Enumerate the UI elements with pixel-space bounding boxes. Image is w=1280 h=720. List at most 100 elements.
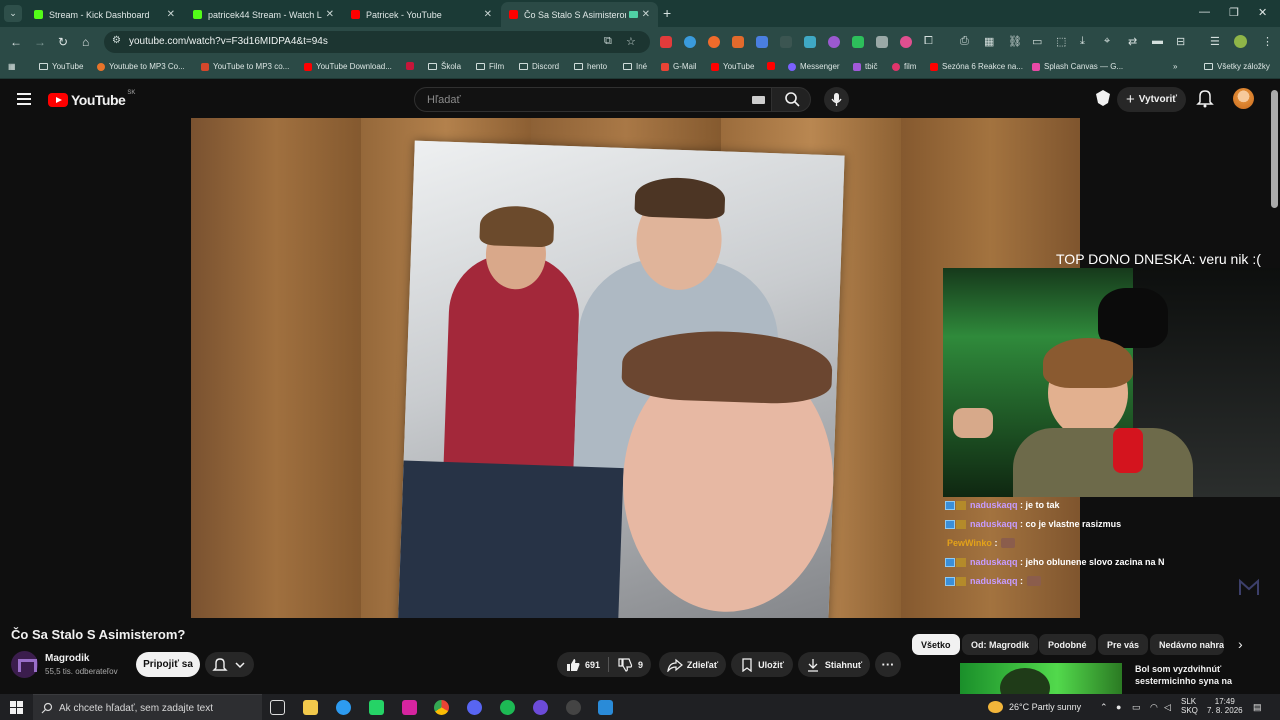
notification-settings-button[interactable] xyxy=(205,652,254,677)
join-button[interactable]: Pripojiť sa xyxy=(136,652,200,677)
voice-search-button[interactable] xyxy=(824,87,849,112)
bookmark-star-icon[interactable]: ☆ xyxy=(626,35,636,48)
extension-icon[interactable] xyxy=(876,36,888,48)
bookmark-youtube-download[interactable]: YouTube Download... xyxy=(304,62,392,71)
extensions-puzzle-icon[interactable]: ⧠ xyxy=(924,35,933,48)
taskbar-search[interactable]: Ak chcete hľadať, sem zadajte text xyxy=(33,694,262,720)
apps-grid-icon[interactable]: ▦ xyxy=(8,62,16,71)
install-app-icon[interactable]: ⧉ xyxy=(604,35,612,48)
address-bar[interactable]: ⚙ youtube.com/watch?v=F3d16MIDPA4&t=94s … xyxy=(104,31,650,53)
link-icon[interactable]: ⛓ xyxy=(1008,35,1022,48)
weather-text[interactable]: 26°C Partly sunny xyxy=(1009,702,1081,712)
bookmark-film-folder[interactable]: Film xyxy=(476,62,504,71)
channel-avatar[interactable] xyxy=(11,651,38,678)
reload-icon[interactable]: ↻ xyxy=(58,35,68,49)
account-avatar[interactable] xyxy=(1233,88,1254,109)
download-button[interactable]: Stiahnuť xyxy=(798,652,870,677)
extension-icon[interactable] xyxy=(780,36,792,48)
bookmark-film[interactable]: film xyxy=(892,62,916,71)
window-close-icon[interactable]: ✕ xyxy=(1258,6,1267,19)
bookmark-youtube[interactable]: YouTube xyxy=(711,62,754,71)
back-icon[interactable]: ← xyxy=(10,35,22,49)
bookmark-youtube-folder[interactable]: YouTube xyxy=(39,62,83,71)
forward-icon[interactable]: → xyxy=(34,35,46,49)
chip-related[interactable]: Podobné xyxy=(1039,634,1096,655)
cast-icon[interactable]: ▭ xyxy=(1032,35,1042,48)
tab-search-chevron-icon[interactable]: ⌄ xyxy=(4,5,22,22)
bookmark-discord-folder[interactable]: Discord xyxy=(519,62,559,71)
home-icon[interactable]: ⌂ xyxy=(82,35,89,49)
bookmark-gmail[interactable]: G-Mail xyxy=(661,62,697,71)
bookmark-messenger[interactable]: Messenger xyxy=(788,62,840,71)
more-actions-icon[interactable]: ··· xyxy=(875,652,901,677)
chip-all[interactable]: Všetko xyxy=(912,634,960,655)
apps-icon[interactable]: ▦ xyxy=(984,35,994,48)
channel-name[interactable]: Magrodik xyxy=(45,653,89,664)
extension-icon[interactable] xyxy=(684,36,696,48)
bookmark-mp3-1[interactable]: Youtube to MP3 Co... xyxy=(97,62,185,71)
clock[interactable]: 17:49 7. 8. 2026 xyxy=(1207,697,1243,715)
extension-icon[interactable] xyxy=(756,36,768,48)
close-icon[interactable]: ✕ xyxy=(326,9,334,20)
bookmark-tbic[interactable]: tbič xyxy=(853,62,877,71)
bookmark-splash-canvas[interactable]: Splash Canvas — G... xyxy=(1032,62,1123,71)
recommendation-title[interactable]: Bol som vyzdvihnúť sestermicinho syna na xyxy=(1135,663,1265,687)
site-info-icon[interactable]: ⚙ xyxy=(112,35,121,46)
tab-kick-stream[interactable]: patricek44 Stream - Watch Live ✕ xyxy=(185,2,342,27)
youtube-logo[interactable]: YouTube SK xyxy=(48,90,135,108)
extension-adblock-icon[interactable] xyxy=(660,36,672,48)
translate-icon[interactable]: ⇄ xyxy=(1128,35,1137,48)
download-icon[interactable]: ⤓ xyxy=(1080,35,1085,48)
hamburger-menu-icon[interactable] xyxy=(17,93,31,105)
windows-start-icon[interactable] xyxy=(10,701,23,714)
bookmark-hento-folder[interactable]: hento xyxy=(574,62,607,71)
chip-from-channel[interactable]: Od: Magrodik xyxy=(962,634,1038,655)
url-text[interactable]: youtube.com/watch?v=F3d16MIDPA4&t=94s xyxy=(129,36,328,47)
app-icon[interactable] xyxy=(533,700,548,715)
save-button[interactable]: Uložiť xyxy=(731,652,793,677)
chip-for-you[interactable]: Pre vás xyxy=(1098,634,1149,655)
bookmark-shortcut[interactable] xyxy=(406,62,418,70)
all-bookmarks[interactable]: Všetky záložky xyxy=(1204,62,1270,71)
tab-patricek-youtube[interactable]: Patricek - YouTube ✕ xyxy=(343,2,500,27)
microphone-tray-icon[interactable]: ● xyxy=(1116,702,1121,712)
extension-icon[interactable] xyxy=(708,36,720,48)
dislike-button[interactable]: 9 xyxy=(617,657,643,673)
notification-center-icon[interactable]: ▤ xyxy=(1253,702,1262,713)
instagram-icon[interactable] xyxy=(402,700,417,715)
chrome-icon[interactable] xyxy=(434,700,449,715)
cloud-icon[interactable] xyxy=(336,700,351,715)
tab-current-video[interactable]: Čo Sa Stalo S Asimisterom? ✕ xyxy=(501,2,658,27)
extension-icon[interactable] xyxy=(732,36,744,48)
profile-avatar-icon[interactable] xyxy=(1234,35,1247,48)
print-icon[interactable]: ⎙ xyxy=(960,35,969,48)
file-explorer-icon[interactable] xyxy=(303,700,318,715)
car-icon[interactable]: ⊟ xyxy=(1176,35,1185,48)
close-icon[interactable]: ✕ xyxy=(642,9,650,20)
location-icon[interactable]: ⌖ xyxy=(1104,35,1110,48)
close-icon[interactable]: ✕ xyxy=(484,9,492,20)
whatsapp-icon[interactable] xyxy=(369,700,384,715)
discord-icon[interactable] xyxy=(467,700,482,715)
reading-list-icon[interactable]: ☰ xyxy=(1210,35,1220,48)
app-icon[interactable] xyxy=(598,700,613,715)
create-button[interactable]: + Vytvoriť xyxy=(1117,87,1186,112)
bookmark-skola-folder[interactable]: Škola xyxy=(428,62,461,71)
new-tab-button[interactable]: + xyxy=(663,5,671,21)
tray-chevron-icon[interactable]: ⌃ xyxy=(1100,702,1108,713)
search-input[interactable] xyxy=(425,93,725,107)
bookmark-sezona[interactable]: Sezóna 6 Reakce na... xyxy=(930,62,1023,71)
network-icon[interactable]: ▭ xyxy=(1132,702,1141,713)
tab-kick-dashboard[interactable]: Stream - Kick Dashboard ✕ xyxy=(26,2,183,27)
task-view-icon[interactable] xyxy=(270,700,285,715)
minimize-icon[interactable]: — xyxy=(1199,6,1210,18)
restore-icon[interactable]: ❐ xyxy=(1229,6,1239,19)
search-button[interactable] xyxy=(771,87,811,112)
bookmarks-overflow-icon[interactable]: » xyxy=(1173,62,1177,71)
page-scrollbar[interactable] xyxy=(1271,90,1278,208)
recommendation-thumbnail[interactable] xyxy=(960,663,1122,694)
chevron-right-icon[interactable]: › xyxy=(1238,636,1243,652)
bookmark-ine-folder[interactable]: Iné xyxy=(623,62,647,71)
share-button[interactable]: Zdieľať xyxy=(659,652,726,677)
notifications-bell-icon[interactable] xyxy=(1196,87,1214,109)
